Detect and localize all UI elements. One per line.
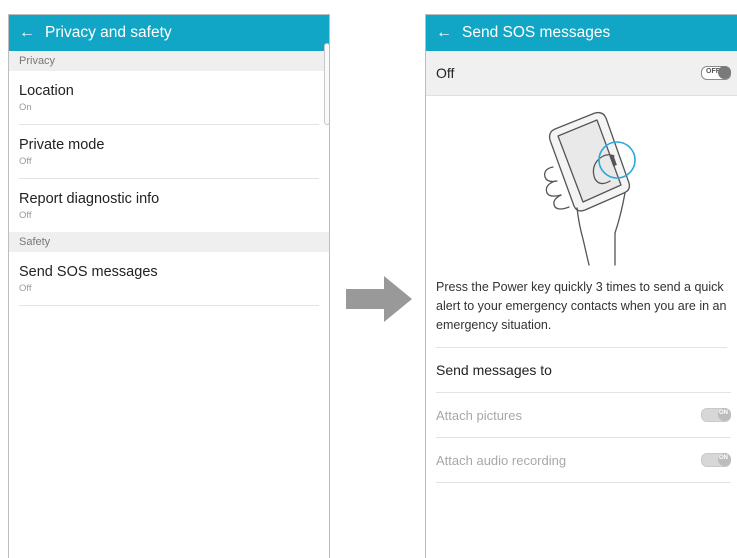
send-messages-to-label: Send messages to (436, 362, 552, 378)
item-status: Off (19, 155, 32, 167)
app-bar: ← Privacy and safety (9, 15, 329, 51)
privacy-safety-screen: ← Privacy and safety Privacy Location On… (8, 14, 330, 558)
attach-audio-recording-label: Attach audio recording (436, 452, 567, 468)
attach-audio-recording-switch[interactable]: ON (701, 453, 731, 467)
attach-audio-recording-item[interactable]: Attach audio recording ON (436, 438, 731, 483)
switch-state-text: ON (719, 455, 728, 461)
item-status: Off (19, 282, 32, 294)
master-toggle-switch[interactable]: OFF (701, 66, 731, 80)
item-label: Report diagnostic info (19, 190, 160, 207)
section-header-safety: Safety (9, 232, 329, 252)
hand-holding-phone-power-key-icon (543, 111, 636, 266)
page-title: Send SOS messages (462, 24, 611, 41)
scrollbar[interactable] (324, 43, 329, 125)
item-label: Private mode (19, 136, 105, 153)
section-header-privacy: Privacy (9, 51, 329, 71)
item-status: On (19, 101, 32, 113)
attach-pictures-item[interactable]: Attach pictures ON (436, 393, 731, 438)
item-status: Off (19, 209, 32, 221)
item-label: Send SOS messages (19, 263, 158, 280)
settings-item-location[interactable]: Location On (19, 71, 319, 125)
right-arrow-icon (346, 276, 412, 322)
send-messages-to-item[interactable]: Send messages to (436, 348, 731, 393)
attach-pictures-label: Attach pictures (436, 407, 522, 423)
master-switch-row[interactable]: Off OFF (426, 51, 737, 96)
settings-item-report-diagnostic-info[interactable]: Report diagnostic info Off (19, 179, 319, 232)
app-bar: ← Send SOS messages (426, 15, 737, 51)
switch-state-text: ON (719, 410, 728, 416)
master-switch-label: Off (436, 65, 455, 81)
back-arrow-icon[interactable]: ← (426, 25, 462, 41)
attach-pictures-switch[interactable]: ON (701, 408, 731, 422)
sos-description: Press the Power key quickly 3 times to s… (436, 278, 727, 348)
back-arrow-icon[interactable]: ← (9, 25, 45, 41)
switch-knob (718, 66, 731, 79)
settings-item-send-sos-messages[interactable]: Send SOS messages Off (19, 252, 319, 306)
send-sos-messages-screen: ← Send SOS messages Off OFF Press the Po… (425, 14, 737, 558)
settings-item-private-mode[interactable]: Private mode Off (19, 125, 319, 179)
illustration (426, 96, 737, 278)
page-title: Privacy and safety (45, 24, 172, 41)
item-label: Location (19, 82, 74, 99)
